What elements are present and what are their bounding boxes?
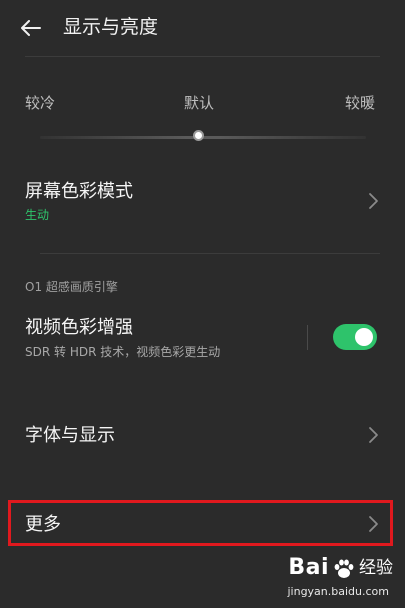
paw-icon	[334, 559, 354, 578]
page-title: 显示与亮度	[63, 16, 159, 38]
watermark-brand: Bai	[288, 555, 329, 580]
screen-color-mode-title: 屏幕色彩模式	[25, 181, 133, 202]
color-temperature-slider-thumb[interactable]	[193, 130, 204, 141]
vertical-separator	[307, 325, 308, 350]
temperature-cold-label: 较冷	[25, 94, 56, 112]
video-color-enhance-title: 视频色彩增强	[25, 317, 133, 338]
toggle-knob	[355, 328, 373, 346]
video-color-enhance-subtitle: SDR 转 HDR 技术，视频色彩更生动	[25, 345, 221, 359]
back-arrow-icon	[21, 20, 41, 36]
baidu-watermark: Bai 经验	[288, 556, 393, 580]
more-title: 更多	[25, 514, 61, 535]
temperature-warm-label: 较暖	[345, 94, 376, 112]
font-display-title: 字体与显示	[25, 425, 115, 446]
watermark-suffix: 经验	[359, 558, 393, 578]
section-divider	[40, 253, 380, 254]
screen-color-mode-value: 生动	[25, 208, 50, 222]
back-button[interactable]	[14, 12, 48, 44]
more-row[interactable]	[10, 502, 391, 544]
video-color-enhance-toggle[interactable]	[333, 324, 377, 350]
chevron-right-icon	[369, 193, 378, 209]
section-label: O1 超感画质引擎	[25, 280, 118, 294]
chevron-right-icon	[369, 516, 378, 532]
temperature-default-label: 默认	[184, 94, 215, 112]
watermark-url: jingyan.baidu.com	[287, 585, 389, 598]
header-divider	[25, 56, 380, 57]
screen-color-mode-row[interactable]	[0, 165, 405, 245]
chevron-right-icon	[369, 427, 378, 443]
